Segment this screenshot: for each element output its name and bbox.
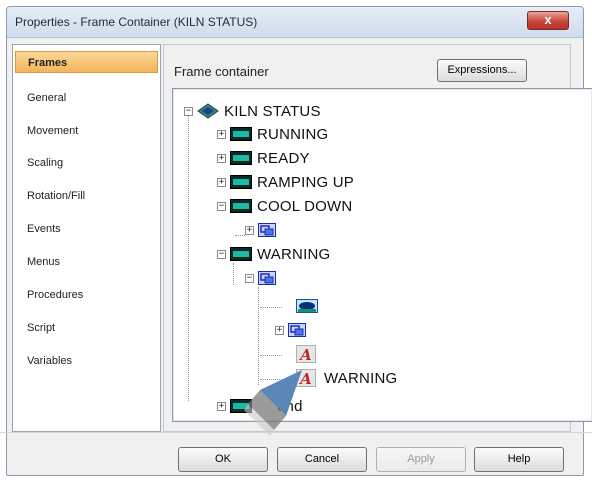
ok-button[interactable]: OK — [178, 447, 268, 472]
nav-item-label: Script — [27, 322, 56, 334]
tree-node-label: RUNNING — [257, 125, 329, 143]
frame-icon — [230, 127, 252, 141]
nav-item-label: Events — [27, 223, 61, 235]
expand-icon[interactable]: + — [275, 325, 284, 335]
tree-node-running[interactable]: + RUNNING — [217, 122, 328, 146]
drag-cursor-icon — [244, 370, 302, 436]
close-icon: x — [544, 12, 552, 27]
nav-item-label: General — [27, 92, 67, 104]
nav-item-procedures[interactable]: Procedures — [15, 284, 158, 306]
nav-item-scaling[interactable]: Scaling — [15, 152, 158, 174]
nav-item-menus[interactable]: Menus — [15, 251, 158, 273]
collapse-icon[interactable]: − — [217, 201, 226, 211]
tree-node-shape[interactable] — [296, 294, 323, 318]
window-title: Properties - Frame Container (KILN STATU… — [15, 15, 258, 29]
apply-button[interactable]: Apply — [376, 447, 466, 472]
tree-node-warning-child[interactable]: − — [245, 266, 281, 290]
tree-connector — [260, 307, 282, 308]
nav-item-frames[interactable]: Frames — [15, 51, 158, 73]
nav-item-general[interactable]: General — [15, 87, 158, 109]
tree-node-label: WARNING — [324, 369, 398, 387]
tree-node-kiln-status[interactable]: − KILN STATUS — [184, 99, 321, 123]
tree-node-label: COOL DOWN — [257, 197, 353, 215]
container-icon — [258, 271, 276, 285]
close-button[interactable]: x — [527, 11, 569, 30]
expand-icon[interactable]: + — [217, 153, 226, 163]
tree-node-warning[interactable]: − WARNING — [217, 242, 330, 266]
tree-connector — [233, 263, 234, 285]
expand-icon[interactable]: + — [217, 129, 226, 139]
frame-tree[interactable]: − KILN STATUS + RUNNING + READY + RAMPIN… — [172, 88, 592, 422]
tree-connector — [235, 235, 245, 236]
tree-node-label: KILN STATUS — [224, 102, 321, 120]
frame-icon — [230, 199, 252, 213]
nav-item-events[interactable]: Events — [15, 218, 158, 240]
expressions-button[interactable]: Expressions... — [437, 59, 527, 82]
nav-item-variables[interactable]: Variables — [15, 350, 158, 372]
tree-node-label: READY — [257, 149, 310, 167]
footer-separator — [0, 432, 592, 433]
frame-container-icon — [197, 103, 219, 119]
tree-node-text-object[interactable]: A — [296, 342, 321, 366]
expand-icon[interactable]: + — [217, 177, 226, 187]
collapse-icon[interactable]: − — [245, 273, 254, 283]
category-list: Frames General Movement Scaling Rotation… — [12, 44, 161, 432]
nav-item-script[interactable]: Script — [15, 317, 158, 339]
container-icon — [258, 223, 276, 237]
nav-item-rotation-fill[interactable]: Rotation/Fill — [15, 185, 158, 207]
nav-item-movement[interactable]: Movement — [15, 120, 158, 142]
expand-icon[interactable]: + — [245, 225, 254, 235]
frame-icon — [230, 151, 252, 165]
title-bar[interactable]: Properties - Frame Container (KILN STATU… — [7, 7, 583, 38]
expand-icon[interactable]: + — [217, 401, 226, 411]
tree-connector — [188, 111, 189, 401]
cancel-button[interactable]: Cancel — [277, 447, 367, 472]
nav-item-label: Variables — [27, 355, 73, 367]
text-object-icon: A — [296, 345, 316, 363]
tree-node-label: WARNING — [257, 245, 331, 263]
tree-node-ready[interactable]: + READY — [217, 146, 310, 170]
container-icon — [288, 323, 306, 337]
nav-item-label: Procedures — [27, 289, 84, 301]
tree-node-nested-container[interactable]: + — [275, 318, 311, 342]
collapse-icon[interactable]: − — [217, 249, 226, 259]
nav-item-label: Menus — [27, 256, 61, 268]
tree-node-label: RAMPING UP — [257, 173, 355, 191]
text-object-glyph: A — [298, 346, 312, 363]
frame-icon — [230, 175, 252, 189]
tree-connector — [260, 355, 282, 356]
help-button[interactable]: Help — [474, 447, 564, 472]
tree-node-cool-down[interactable]: − COOL DOWN — [217, 194, 352, 218]
frame-container-label: Frame container — [174, 64, 269, 79]
tree-node-cool-down-child[interactable]: + — [245, 218, 281, 242]
nav-item-label: Movement — [27, 125, 79, 137]
tree-node-ramping-up[interactable]: + RAMPING UP — [217, 170, 354, 194]
nav-item-label: Scaling — [27, 157, 64, 169]
collapse-icon[interactable]: − — [184, 106, 193, 116]
shape-icon — [296, 299, 318, 313]
nav-item-label: Frames — [28, 57, 68, 69]
frame-icon — [230, 247, 252, 261]
nav-item-label: Rotation/Fill — [27, 190, 86, 202]
